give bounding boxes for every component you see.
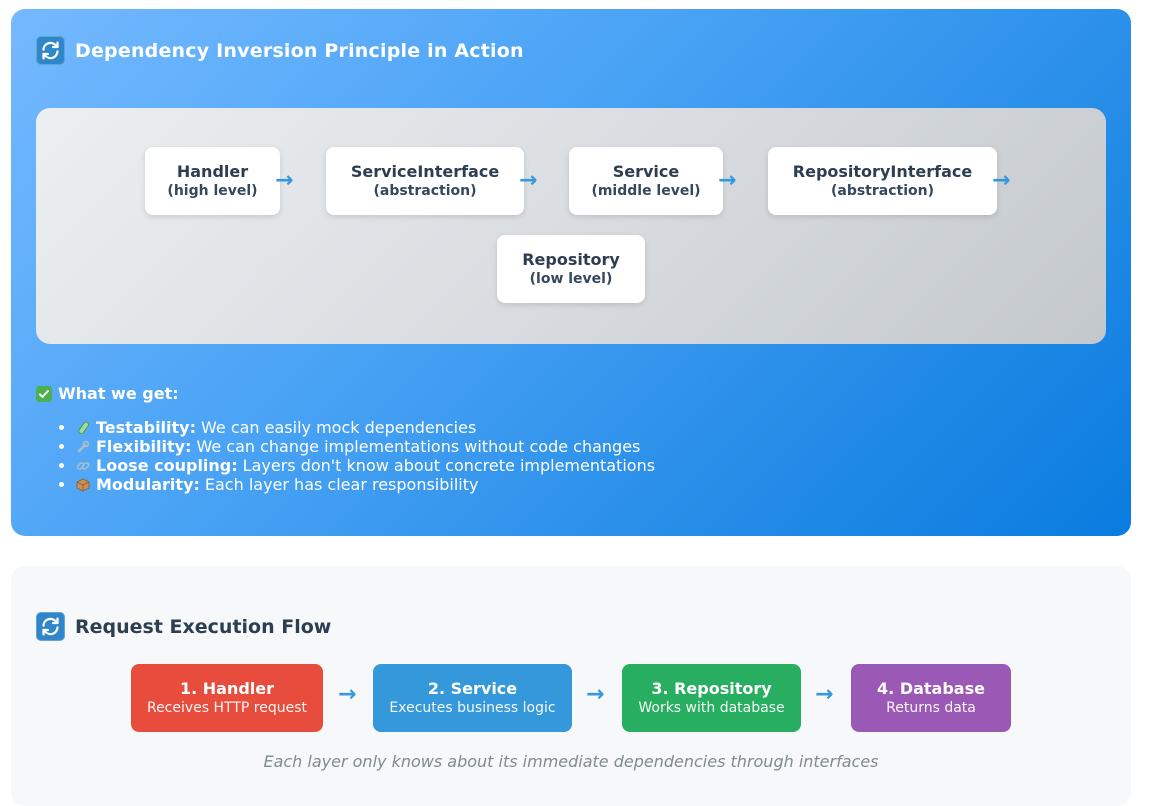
benefit-text: Each layer has clear responsibility <box>204 475 479 494</box>
arrow-right-icon: → <box>519 168 538 193</box>
test-tube-icon <box>75 420 91 436</box>
benefits-list: Testability: We can easily mock dependen… <box>59 418 655 494</box>
benefit-label: Testability: <box>96 418 196 437</box>
layer-level: (abstraction) <box>373 183 477 199</box>
benefit-item: Flexibility: We can change implementatio… <box>59 437 655 456</box>
benefit-label: Flexibility: <box>96 437 192 456</box>
flow-step-service: 2. Service Executes business logic <box>373 664 572 732</box>
flow-title: Request Execution Flow <box>75 615 332 638</box>
dip-panel: Dependency Inversion Principle in Action… <box>11 9 1131 536</box>
flow-step-repository: 3. Repository Works with database <box>622 664 801 732</box>
layer-card-handler: Handler (high level) <box>145 147 280 215</box>
arrow-right-icon: → <box>338 682 357 707</box>
arrow-right-icon: → <box>992 168 1011 193</box>
layer-card-repository: Repository (low level) <box>497 235 645 303</box>
step-name: 3. Repository <box>651 679 772 698</box>
benefit-label: Modularity: <box>96 475 200 494</box>
layer-name: Service <box>612 162 680 181</box>
benefit-label: Loose coupling: <box>96 456 238 475</box>
bullet <box>59 482 64 487</box>
step-desc: Returns data <box>886 700 976 716</box>
step-name: 4. Database <box>877 679 985 698</box>
link-icon <box>75 458 91 474</box>
arrow-right-icon: → <box>275 168 294 193</box>
bullet <box>59 463 64 468</box>
bullet <box>59 425 64 430</box>
architecture-diagram: Handler (high level) → ServiceInterface … <box>36 108 1106 344</box>
benefit-item: Loose coupling: Layers don't know about … <box>59 456 655 475</box>
layer-card-service: Service (middle level) <box>569 147 723 215</box>
flow-panel: Request Execution Flow 1. Handler Receiv… <box>11 566 1131 806</box>
step-name: 1. Handler <box>179 679 275 698</box>
sync-icon <box>36 36 65 65</box>
sync-icon <box>36 612 65 641</box>
layer-name: RepositoryInterface <box>792 162 973 181</box>
flow-title-row: Request Execution Flow <box>36 612 331 641</box>
layer-name: Repository <box>522 250 620 269</box>
benefit-item: Modularity: Each layer has clear respons… <box>59 475 655 494</box>
layer-level: (low level) <box>529 271 613 287</box>
benefit-text: We can change implementations without co… <box>196 437 641 456</box>
step-desc: Executes business logic <box>389 700 556 716</box>
benefit-item: Testability: We can easily mock dependen… <box>59 418 655 437</box>
layer-level: (middle level) <box>591 183 701 199</box>
bullet <box>59 444 64 449</box>
step-desc: Works with database <box>638 700 785 716</box>
step-name: 2. Service <box>427 679 518 698</box>
layer-card-service-interface: ServiceInterface (abstraction) <box>326 147 524 215</box>
flow-note: Each layer only knows about its immediat… <box>263 752 879 771</box>
layer-name: Handler <box>176 162 249 181</box>
dip-title: Dependency Inversion Principle in Action <box>75 39 524 62</box>
benefits-heading-text: What we get: <box>58 384 179 403</box>
benefit-text: Layers don't know about concrete impleme… <box>242 456 656 475</box>
layer-card-repository-interface: RepositoryInterface (abstraction) <box>768 147 997 215</box>
step-desc: Receives HTTP request <box>146 700 308 716</box>
layer-level: (abstraction) <box>830 183 935 199</box>
layer-level: (high level) <box>167 183 258 199</box>
check-icon <box>36 385 52 402</box>
flow-step-handler: 1. Handler Receives HTTP request <box>131 664 323 732</box>
benefits-heading: What we get: <box>36 384 179 403</box>
benefit-text: We can easily mock dependencies <box>201 418 477 437</box>
arrow-right-icon: → <box>586 682 605 707</box>
flow-step-database: 4. Database Returns data <box>851 664 1011 732</box>
arrow-right-icon: → <box>718 168 737 193</box>
package-icon <box>75 477 91 493</box>
wrench-icon <box>75 439 91 455</box>
layer-name: ServiceInterface <box>350 162 500 181</box>
arrow-right-icon: → <box>815 682 834 707</box>
dip-title-row: Dependency Inversion Principle in Action <box>36 36 524 65</box>
